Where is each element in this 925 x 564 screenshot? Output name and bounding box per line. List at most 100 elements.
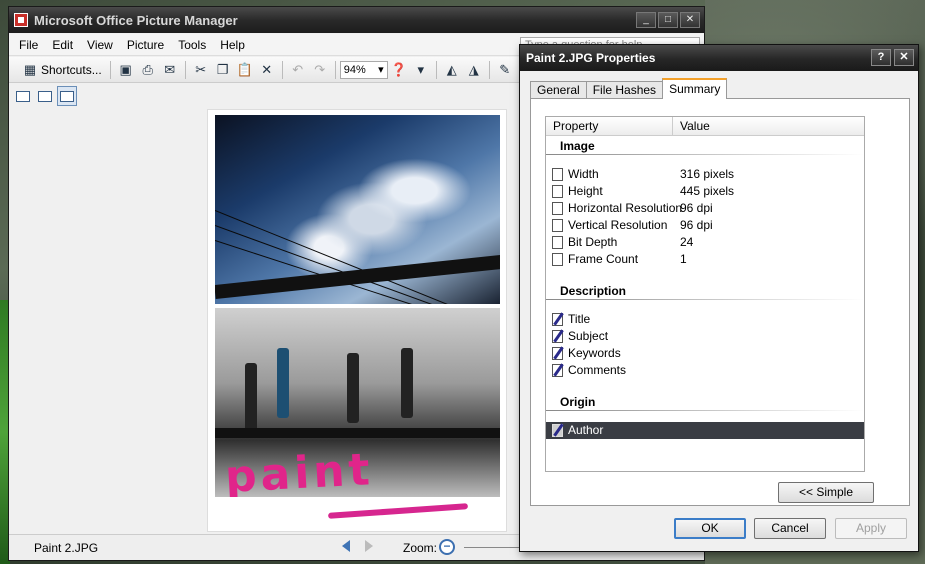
picture-manager-app-icon[interactable] [14,13,28,27]
section-heading-origin: Origin [546,393,864,411]
picture-display[interactable]: paint [207,109,507,532]
property-label: Width [568,167,599,181]
rotate-left-icon[interactable]: ◭ [441,60,463,80]
zoom-slider[interactable] [464,547,524,548]
dialog-close-button[interactable]: ✕ [894,49,914,66]
shortcuts-button[interactable]: ▦ Shortcuts... [15,60,106,80]
property-label: Frame Count [568,252,639,266]
tab-file-hashes[interactable]: File Hashes [585,81,664,99]
dialog-title: Paint 2.JPG Properties [526,51,656,65]
section-heading-image: Image [546,137,864,155]
menu-tools[interactable]: Tools [178,38,206,52]
paint-handwriting: paint [223,444,375,497]
shortcuts-icon: ▦ [23,61,37,77]
editable-document-icon [552,330,563,343]
next-picture-icon[interactable] [365,540,373,552]
email-icon[interactable]: ✉ [159,60,181,80]
list-item[interactable]: Keywords [546,345,864,362]
cut-icon[interactable]: ✂ [190,60,212,80]
list-item[interactable]: Width 316 pixels [546,166,864,183]
list-column-header: Property Value [546,117,864,136]
paste-icon[interactable]: 📋 [234,60,256,80]
list-item[interactable]: Subject [546,328,864,345]
paint-underline-scribble [327,503,469,519]
apply-button[interactable]: Apply [835,518,907,539]
save-icon[interactable]: ▣ [115,60,137,80]
tab-general[interactable]: General [530,81,587,99]
help-icon[interactable]: ❓ [388,60,410,80]
minimize-button[interactable]: _ [636,12,656,28]
menu-file[interactable]: File [19,38,38,52]
clothespin [347,353,359,423]
undo-icon[interactable]: ↶ [287,60,309,80]
toolbar-options-chevron-icon[interactable]: ▾ [410,60,432,80]
filmstrip-view-button[interactable] [35,86,55,106]
zoom-out-icon[interactable]: − [439,539,455,555]
delete-icon[interactable]: ✕ [256,60,278,80]
properties-dialog: Paint 2.JPG Properties ? ✕ General File … [519,44,919,552]
power-line [215,253,500,299]
menu-help[interactable]: Help [220,38,245,52]
menu-edit[interactable]: Edit [52,38,73,52]
document-icon [552,168,563,181]
list-item[interactable]: Bit Depth 24 [546,234,864,251]
thumbnail-view-icon [16,90,30,102]
chevron-down-icon: ▾ [378,64,384,76]
edit-pictures-icon[interactable]: ✎ [494,60,516,80]
simple-view-button[interactable]: << Simple [778,482,874,503]
single-picture-view-icon [60,90,74,102]
toolbar-separator [184,60,186,79]
redo-icon[interactable]: ↷ [309,60,331,80]
toolbar-separator [435,60,437,79]
rotate-right-icon[interactable]: ◮ [463,60,485,80]
menu-view[interactable]: View [87,38,113,52]
status-filename: Paint 2.JPG [34,541,99,555]
property-value: 96 dpi [680,201,713,215]
copy-icon[interactable]: ❐ [212,60,234,80]
shortcuts-label: Shortcuts... [41,62,102,77]
properties-list[interactable]: Property Value Image Width 316 pixels Hei… [545,116,865,472]
dialog-title-bar[interactable]: Paint 2.JPG Properties ? ✕ [520,45,918,71]
previous-picture-icon[interactable] [342,540,350,552]
property-value: 96 dpi [680,218,713,232]
list-item[interactable]: Vertical Resolution 96 dpi [546,217,864,234]
property-value: 1 [680,252,687,266]
clothespin [245,363,257,433]
list-item[interactable]: Frame Count 1 [546,251,864,268]
property-label: Title [568,312,591,326]
document-icon [552,236,563,249]
property-value: 24 [680,235,694,249]
column-header-property[interactable]: Property [546,117,673,135]
editable-document-icon [552,347,563,360]
list-item[interactable]: Title [546,311,864,328]
ok-button[interactable]: OK [674,518,746,539]
property-label: Author [568,423,604,437]
filmstrip-view-icon [38,90,52,102]
tab-summary[interactable]: Summary [662,78,728,99]
main-title-bar[interactable]: Microsoft Office Picture Manager _ □ ✕ [9,7,704,33]
close-button[interactable]: ✕ [680,12,700,28]
print-icon[interactable]: ⎙ [137,60,159,80]
zoom-label: Zoom: [403,541,438,555]
list-item[interactable]: Comments [546,362,864,379]
toolbar-separator [109,60,111,79]
list-item-selected[interactable]: Author [546,422,864,439]
list-item[interactable]: Horizontal Resolution 96 dpi [546,200,864,217]
zoom-dropdown[interactable]: 94% ▾ [339,60,388,79]
list-item[interactable]: Height 445 pixels [546,183,864,200]
single-picture-view-button[interactable] [57,86,77,106]
toolbar-separator [488,60,490,79]
editable-document-icon [552,313,563,326]
document-icon [552,219,563,232]
dialog-help-button[interactable]: ? [871,49,891,66]
main-window-title: Microsoft Office Picture Manager [34,12,238,28]
column-header-value[interactable]: Value [680,117,710,135]
property-label: Comments [568,363,627,377]
editable-document-icon [552,364,563,377]
menu-picture[interactable]: Picture [127,38,164,52]
maximize-button[interactable]: □ [658,12,678,28]
cancel-button[interactable]: Cancel [754,518,826,539]
thumbnail-view-button[interactable] [13,86,33,106]
document-icon [552,253,563,266]
clothespin [277,348,289,418]
